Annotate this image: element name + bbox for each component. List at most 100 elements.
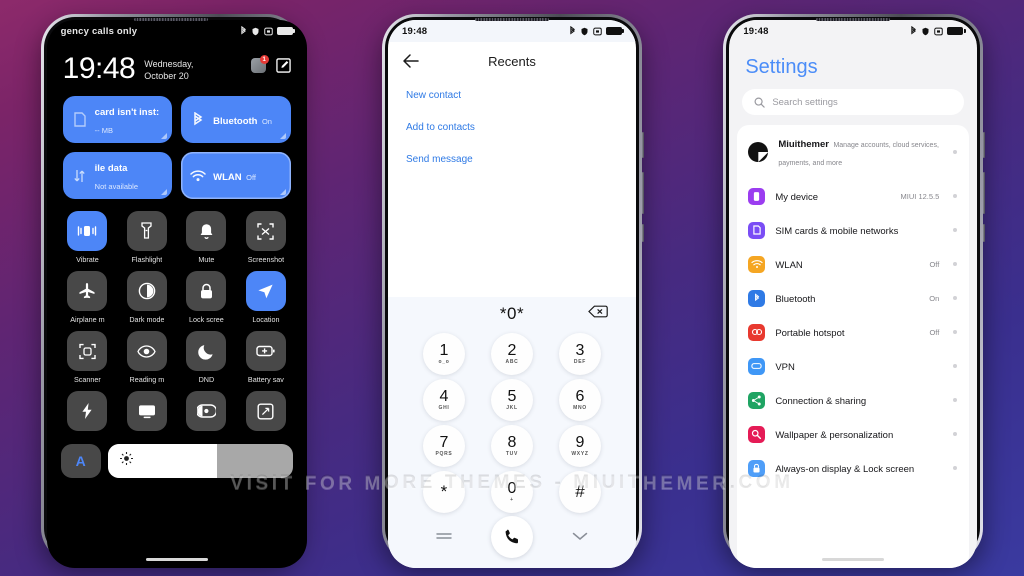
volume-up-button[interactable] xyxy=(641,132,644,158)
quick-tile-label: Reading m xyxy=(129,375,165,384)
key-sub: MNO xyxy=(573,404,587,411)
key-sub: o_o xyxy=(438,358,450,365)
dialpad-key-0[interactable]: 0 + xyxy=(490,471,533,513)
tile-bluetooth[interactable]: Bluetooth On xyxy=(181,96,291,143)
tile-sub: Off xyxy=(246,172,256,182)
backspace-icon[interactable] xyxy=(588,305,608,323)
quick-tile-vibrate[interactable]: Vibrate xyxy=(61,211,115,264)
tile-mobile-data[interactable]: ile data Not available xyxy=(62,152,173,199)
row-label: Always-on display & Lock screen xyxy=(775,464,915,475)
settings-row-wlan[interactable]: WLAN Off xyxy=(737,247,969,281)
bell-icon xyxy=(186,211,227,251)
dialpad-key-7[interactable]: 7 PQRS xyxy=(422,425,465,467)
power-button[interactable] xyxy=(641,224,644,242)
settings-list: Miuithemer Manage accounts, cloud servic… xyxy=(737,125,970,568)
settings-row-wallpaper[interactable]: Wallpaper & personalization xyxy=(737,417,969,451)
chevron-down-icon[interactable] xyxy=(572,528,588,546)
tile-corner-handle[interactable] xyxy=(161,133,168,139)
shield-icon xyxy=(252,27,259,35)
vpn-icon xyxy=(748,357,766,375)
quick-tile-scanner[interactable]: Scanner xyxy=(61,331,115,384)
tile-sim[interactable]: card isn't inst: -- MB xyxy=(62,96,173,143)
action-new-contact[interactable]: New contact xyxy=(406,90,618,101)
home-indicator[interactable] xyxy=(145,558,208,561)
settings-row-account[interactable]: Miuithemer Manage accounts, cloud servic… xyxy=(737,125,969,179)
settings-screen: 19:48 Settings Search settings Miuitheme… xyxy=(729,20,978,568)
settings-row-bluetooth[interactable]: Bluetooth On xyxy=(737,281,969,315)
dialer-actions: New contact Add to contacts Send message xyxy=(388,76,636,297)
quick-tile-screenshot[interactable]: Screenshot xyxy=(239,211,293,264)
dialpad-key-4[interactable]: 4 GHI xyxy=(422,379,465,421)
quick-tile-dnd[interactable]: DND xyxy=(180,331,234,384)
row-label: Portable hotspot xyxy=(775,328,845,339)
dialpad-key-5[interactable]: 5 JKL xyxy=(490,379,533,421)
wifi-icon xyxy=(748,255,766,273)
power-button[interactable] xyxy=(983,224,986,242)
settings-row-portable-hotspot[interactable]: Portable hotspot Off xyxy=(737,315,969,349)
row-label: Wallpaper & personalization xyxy=(775,430,894,441)
row-label: Bluetooth xyxy=(775,294,816,305)
dialpad-key-6[interactable]: 6 MNO xyxy=(558,379,601,421)
quick-tile-mute[interactable]: Mute xyxy=(180,211,234,264)
settings-row-aod-lockscreen[interactable]: Always-on display & Lock screen xyxy=(737,451,969,485)
tile-corner-handle[interactable] xyxy=(161,189,168,195)
dialpad-bottom-row xyxy=(388,513,636,564)
quick-tile-airplane[interactable]: Airplane m xyxy=(61,271,115,324)
shield-icon xyxy=(922,27,929,35)
brightness-slider[interactable] xyxy=(107,444,293,478)
settings-row-connection-sharing[interactable]: Connection & sharing xyxy=(737,383,969,417)
quick-tile-flashlight[interactable]: Flashlight xyxy=(120,211,174,264)
volume-up-button[interactable] xyxy=(983,132,986,158)
key-sub: PQRS xyxy=(435,450,453,457)
settings-row-sim-cards[interactable]: SIM cards & mobile networks xyxy=(737,213,969,247)
battery-icon xyxy=(605,27,625,35)
moon-icon xyxy=(186,331,227,371)
tile-wlan[interactable]: WLAN Off xyxy=(181,152,291,199)
dialpad-key-hash[interactable]: # xyxy=(558,471,601,513)
vibrate-icon xyxy=(67,211,108,251)
bluetooth-icon xyxy=(911,26,917,35)
volume-down-button[interactable] xyxy=(641,172,644,214)
quick-tile-reading-mode[interactable]: Reading m xyxy=(120,331,174,384)
dialpad-key-8[interactable]: 8 TUV xyxy=(490,425,533,467)
dialpad-key-9[interactable]: 9 WXYZ xyxy=(558,425,601,467)
quick-tile-flash[interactable] xyxy=(61,391,115,435)
dialpad-key-star[interactable]: * xyxy=(422,471,465,513)
clock-actions: 1 xyxy=(250,54,291,73)
action-add-to-contacts[interactable]: Add to contacts xyxy=(406,122,618,133)
dialpad-key-2[interactable]: 2 ABC xyxy=(490,333,533,375)
entered-number[interactable]: *0* xyxy=(500,304,524,324)
quick-tile-dark-mode[interactable]: Dark mode xyxy=(120,271,174,324)
home-indicator[interactable] xyxy=(822,558,885,561)
share-icon xyxy=(748,391,766,409)
quick-tile-location[interactable]: Location xyxy=(239,271,293,324)
quick-tile-battery-saver[interactable]: Battery sav xyxy=(239,331,293,384)
search-input[interactable]: Search settings xyxy=(742,89,965,115)
sim-icon xyxy=(748,221,766,239)
tile-corner-handle[interactable] xyxy=(279,133,286,139)
key-sub: GHI xyxy=(438,404,450,411)
key-sub: TUV xyxy=(505,450,519,457)
chevron-right-icon xyxy=(953,228,958,232)
auto-brightness-button[interactable]: A xyxy=(60,444,101,478)
settings-row-my-device[interactable]: My device MIUI 12.5.5 xyxy=(737,179,969,213)
app-badge-icon[interactable]: 1 xyxy=(250,55,269,73)
page-title: Settings xyxy=(745,56,818,78)
dialpad-key-3[interactable]: 3 DEF xyxy=(558,333,601,375)
tile-corner-handle[interactable] xyxy=(279,189,286,195)
quick-tile-label: Battery sav xyxy=(247,375,284,384)
quick-tile-lock-screen[interactable]: Lock scree xyxy=(180,271,234,324)
action-send-message[interactable]: Send message xyxy=(406,154,618,165)
flashlight-icon xyxy=(126,211,167,251)
dialpad-key-1[interactable]: 1 o_o xyxy=(422,333,465,375)
call-button[interactable] xyxy=(490,516,533,558)
earpiece-speaker xyxy=(133,18,208,21)
quick-tile-cast[interactable] xyxy=(120,391,174,435)
settings-row-vpn[interactable]: VPN xyxy=(737,349,969,383)
edit-icon[interactable] xyxy=(275,58,291,73)
quick-tile-color-mode[interactable] xyxy=(180,391,234,435)
volume-down-button[interactable] xyxy=(983,172,986,214)
quick-tile-rotate[interactable] xyxy=(239,391,293,435)
dialpad-menu-icon[interactable] xyxy=(436,528,452,546)
status-icons xyxy=(240,26,296,36)
